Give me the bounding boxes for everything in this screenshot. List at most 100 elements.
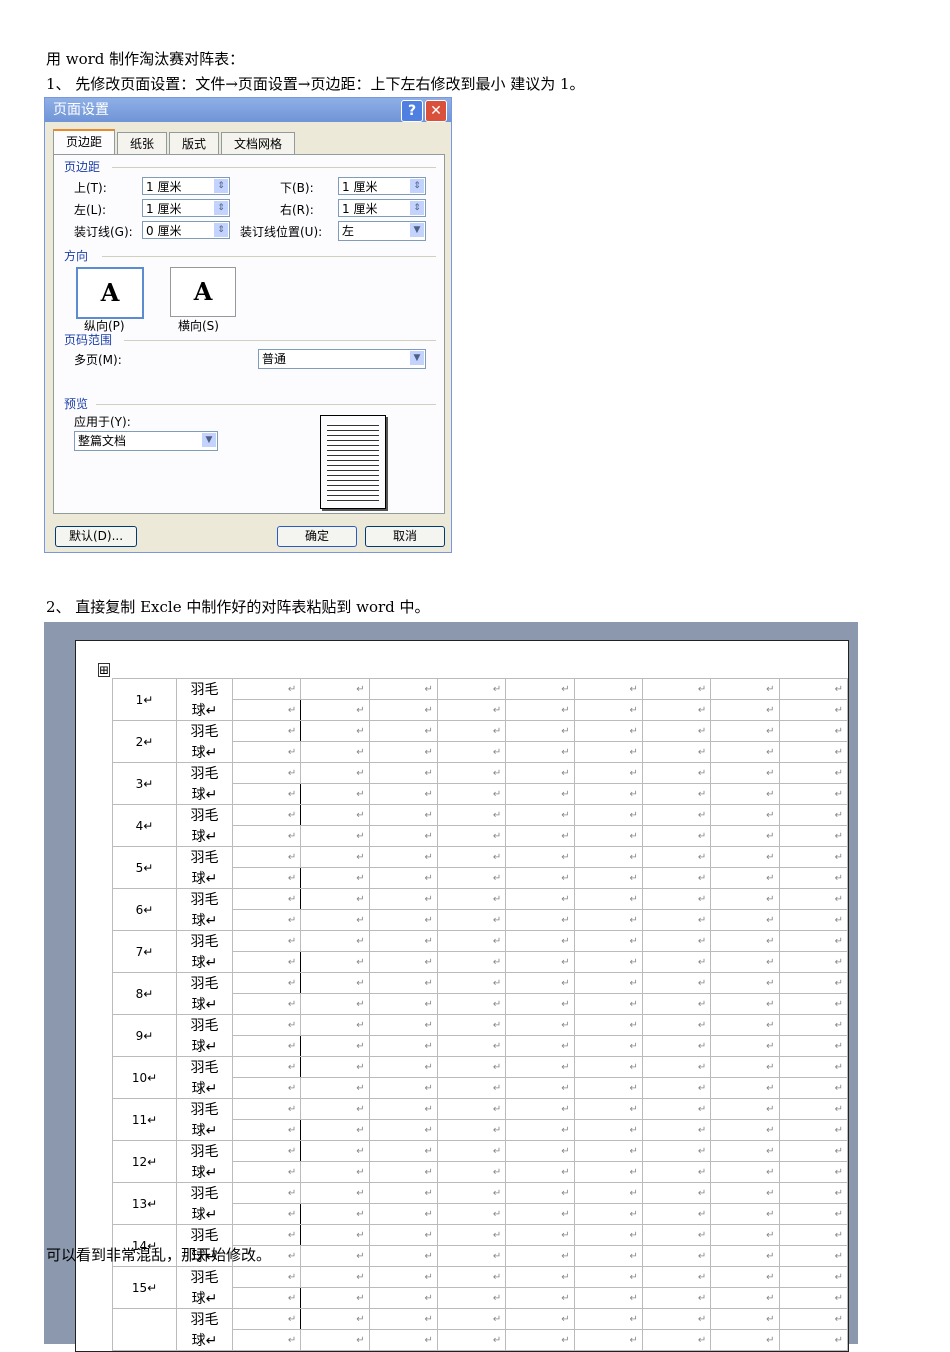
bracket-cell: ↵	[231, 720, 302, 742]
orientation-section: 方向	[64, 249, 89, 263]
cancel-button[interactable]: 取消	[365, 526, 445, 547]
team-name: 球↵	[176, 741, 233, 763]
bracket-cell: ↵	[368, 1056, 438, 1078]
bracket-cell: ↵	[231, 1203, 302, 1225]
right-margin-input[interactable]: 1 厘米 ⇕	[338, 199, 426, 217]
team-name: 球↵	[176, 783, 233, 805]
bracket-cell: ↵	[710, 1203, 780, 1225]
bracket-cell: ↵	[505, 1077, 575, 1099]
step-1: 1、 先修改页面设置：文件→页面设置→页边距：上下左右修改到最小 建议为 1。	[46, 75, 585, 93]
table-row: 球↵ ↵ ↵ ↵ ↵ ↵ ↵ ↵ ↵ ↵	[113, 951, 849, 973]
bracket-cell: ↵	[300, 1140, 370, 1162]
tab-layout[interactable]: 版式	[169, 132, 220, 154]
bracket-cell: ↵	[436, 1035, 507, 1057]
team-name: 球↵	[176, 1203, 233, 1225]
tab-margins[interactable]: 页边距	[53, 129, 116, 155]
bracket-cell: ↵	[778, 1266, 849, 1288]
team-name: 羽毛	[176, 972, 233, 994]
bracket-cell: ↵	[368, 1161, 438, 1183]
bracket-cell: ↵	[231, 867, 302, 889]
team-name: 羽毛	[176, 888, 233, 910]
team-name: 球↵	[176, 1287, 233, 1309]
top-margin-input[interactable]: 1 厘米 ⇕	[142, 177, 230, 195]
team-number: 1↵	[111, 678, 178, 721]
bracket-cell: ↵	[436, 1308, 507, 1330]
ok-button[interactable]: 确定	[277, 526, 357, 547]
bracket-cell: ↵	[710, 1329, 780, 1351]
bracket-cell: ↵	[368, 1266, 438, 1288]
bracket-cell: ↵	[436, 1077, 507, 1099]
bracket-cell: ↵	[436, 888, 507, 910]
table-row: 3↵ 羽毛 ↵ ↵ ↵ ↵ ↵ ↵ ↵ ↵ ↵	[111, 762, 849, 805]
portrait-option[interactable]: A	[76, 267, 144, 319]
bracket-cell: ↵	[505, 1245, 575, 1267]
bracket-cell: ↵	[300, 699, 370, 721]
bracket-cell: ↵	[300, 888, 370, 910]
bracket-cell: ↵	[300, 1308, 370, 1330]
bracket-cell: ↵	[231, 1287, 302, 1309]
bracket-cell: ↵	[436, 783, 507, 805]
multi-pages-select[interactable]: 普通 ▼	[258, 349, 426, 369]
bracket-cell: ↵	[641, 1287, 712, 1309]
dialog-titlebar: 页面设置 ? ✕	[45, 98, 451, 122]
tab-doc-grid[interactable]: 文档网格	[221, 132, 296, 154]
bracket-cell: ↵	[300, 867, 370, 889]
bracket-cell: ↵	[368, 993, 438, 1015]
team-number: 2↵	[111, 720, 178, 763]
bracket-cell: ↵	[368, 1140, 438, 1162]
spin-icon: ⇕	[410, 201, 424, 215]
bracket-cell: ↵	[231, 1119, 302, 1141]
bracket-cell: ↵	[641, 1266, 712, 1288]
bracket-cell: ↵	[231, 1140, 302, 1162]
bracket-cell: ↵	[641, 1224, 712, 1246]
bracket-cell: ↵	[300, 1329, 370, 1351]
bottom-margin-input[interactable]: 1 厘米 ⇕	[338, 177, 426, 195]
table-move-icon[interactable]: ⊞	[98, 663, 111, 677]
team-number: 3↵	[111, 762, 178, 805]
bracket-cell: ↵	[778, 1287, 849, 1309]
team-name: 羽毛	[176, 1056, 233, 1078]
table-row: 球↵ ↵ ↵ ↵ ↵ ↵ ↵ ↵ ↵ ↵	[113, 1287, 849, 1309]
apply-to-select[interactable]: 整篇文档 ▼	[74, 431, 218, 451]
bracket-cell: ↵	[505, 951, 575, 973]
gutter-pos-select[interactable]: 左 ▼	[338, 221, 426, 241]
bracket-cell: ↵	[710, 699, 780, 721]
bracket-cell: ↵	[573, 804, 643, 826]
spin-icon: ⇕	[214, 179, 228, 193]
bracket-cell: ↵	[231, 825, 302, 847]
bracket-cell: ↵	[505, 867, 575, 889]
close-icon[interactable]: ✕	[425, 100, 447, 122]
bracket-cell: ↵	[573, 909, 643, 931]
bracket-cell: ↵	[505, 1098, 575, 1120]
page-setup-dialog: 页面设置 ? ✕ 页边距 纸张 版式 文档网格 页边距 上(T): 1 厘米 ⇕ …	[44, 97, 452, 553]
tab-paper[interactable]: 纸张	[117, 132, 168, 154]
landscape-option[interactable]: A	[170, 267, 236, 317]
table-row: 球↵ ↵ ↵ ↵ ↵ ↵ ↵ ↵ ↵ ↵	[113, 909, 849, 931]
help-icon[interactable]: ?	[401, 100, 423, 122]
team-name: 球↵	[176, 1329, 233, 1351]
left-margin-input[interactable]: 1 厘米 ⇕	[142, 199, 230, 217]
table-row: 羽毛 ↵ ↵ ↵ ↵ ↵ ↵ ↵ ↵ ↵	[111, 1308, 849, 1351]
default-button[interactable]: 默认(D)...	[55, 526, 137, 547]
bracket-cell: ↵	[368, 909, 438, 931]
bracket-cell: ↵	[710, 678, 780, 700]
team-name: 羽毛	[176, 762, 233, 784]
bracket-cell: ↵	[778, 972, 849, 994]
bracket-cell: ↵	[368, 678, 438, 700]
bracket-cell: ↵	[231, 1224, 302, 1246]
bracket-cell: ↵	[505, 993, 575, 1015]
bracket-cell: ↵	[368, 1077, 438, 1099]
bracket-cell: ↵	[573, 678, 643, 700]
team-name: 羽毛	[176, 1182, 233, 1204]
bracket-cell: ↵	[778, 1077, 849, 1099]
bracket-cell: ↵	[231, 678, 302, 700]
bracket-cell: ↵	[778, 1161, 849, 1183]
gutter-input[interactable]: 0 厘米 ⇕	[142, 221, 230, 239]
bracket-cell: ↵	[710, 825, 780, 847]
bracket-cell: ↵	[505, 1266, 575, 1288]
bracket-cell: ↵	[300, 762, 370, 784]
table-row: 11↵ 羽毛 ↵ ↵ ↵ ↵ ↵ ↵ ↵ ↵ ↵	[111, 1098, 849, 1141]
bracket-cell: ↵	[641, 1140, 712, 1162]
bracket-cell: ↵	[710, 762, 780, 784]
bracket-cell: ↵	[368, 1224, 438, 1246]
